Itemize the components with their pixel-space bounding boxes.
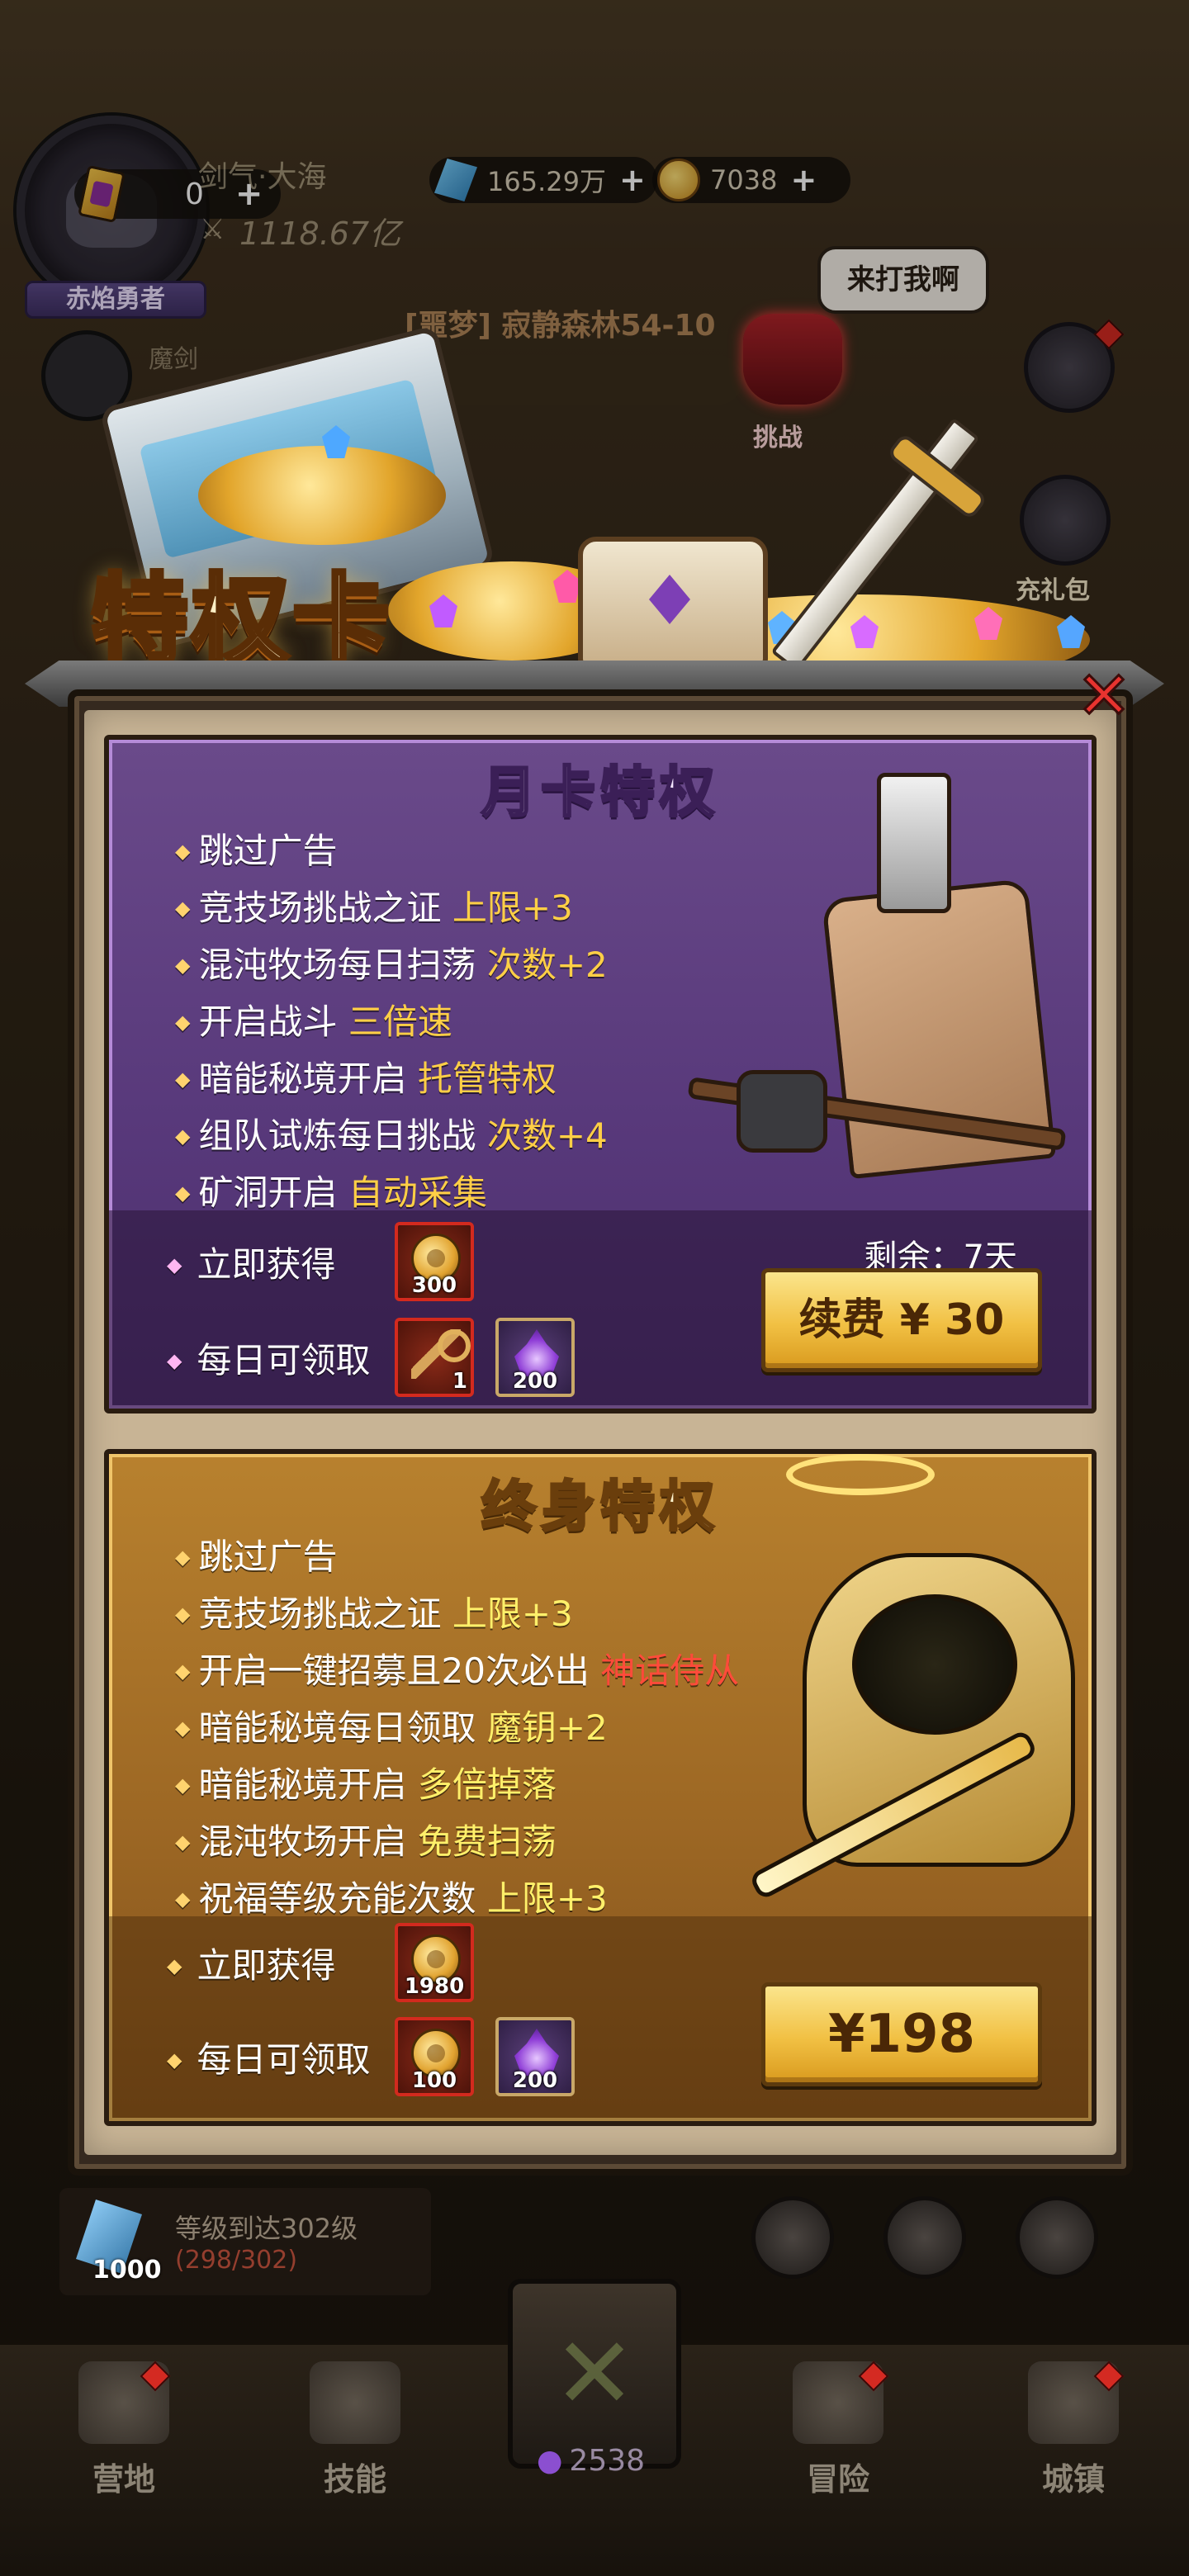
perk-item: 混沌牧场开启 免费扫荡	[175, 1813, 739, 1870]
key-item[interactable]: 1	[395, 1318, 474, 1397]
lifetime-instant-reward-row: 立即获得 1980	[167, 1923, 474, 2002]
perk-item: 混沌牧场每日扫荡 次数+2	[175, 936, 607, 993]
nav-town[interactable]: 城镇	[991, 2361, 1156, 2499]
lifetime-daily-reward-row: 每日可领取 100 200	[167, 2017, 575, 2096]
perk-item: 暗能秘境开启 托管特权	[175, 1050, 608, 1107]
monthly-card-panel: 月卡特权 跳过广告 竞技场挑战之证 上限+3 混沌牧场每日扫荡 次数+2 开启战…	[104, 735, 1097, 1413]
close-icon[interactable]: ✕	[1075, 661, 1133, 730]
level-goal-text: 等级到达302级	[175, 2213, 358, 2244]
battle-energy-count: 2538	[537, 2444, 645, 2478]
nav-label: 冒险	[806, 2461, 869, 2498]
gold-pile-art	[198, 446, 446, 545]
item-quantity: 1	[452, 1369, 467, 1394]
instant-reward-label: 立即获得	[167, 1237, 373, 1287]
purple-flame-item[interactable]: 200	[495, 2017, 575, 2096]
monthly-instant-reward-row: 立即获得 300	[167, 1222, 474, 1301]
item-quantity: 300	[411, 1273, 457, 1298]
perk-item: 暗能秘境每日领取 魔钥+2	[175, 1699, 739, 1756]
daily-reward-label: 每日可领取	[167, 2032, 373, 2082]
monthly-card-title: 月卡特权	[481, 760, 719, 826]
level-reward-panel[interactable]: 1000 等级到达302级 (298/302)	[59, 2188, 431, 2295]
perk-item: 组队试炼每日挑战 次数+4	[175, 1107, 607, 1164]
helmet-button[interactable]	[1016, 2196, 1098, 2279]
level-progress-text: (298/302)	[175, 2246, 298, 2275]
perk-item: 开启一键招募且20次必出 神话侍从	[175, 1642, 739, 1699]
nav-label: 城镇	[1041, 2461, 1105, 2498]
perk-item: 跳过广告	[175, 822, 608, 879]
small-chest-art	[578, 537, 768, 669]
battle-button[interactable]	[508, 2279, 681, 2469]
item-quantity: 100	[411, 2068, 457, 2093]
perk-item: 竞技场挑战之证 上限+3	[175, 879, 608, 936]
perk-item: 开启战斗 三倍速	[175, 993, 608, 1050]
level-gem-quantity: 1000	[92, 2256, 162, 2285]
scroll-icon	[310, 2361, 400, 2444]
monthly-daily-reward-row: 每日可领取 1 200	[167, 1318, 575, 1397]
nav-label: 营地	[92, 2461, 155, 2498]
gold-coin-item[interactable]: 100	[395, 2017, 474, 2096]
monthly-perk-list: 跳过广告 竞技场挑战之证 上限+3 混沌牧场每日扫荡 次数+2 开启战斗 三倍速…	[175, 822, 608, 1221]
perk-item: 竞技场挑战之证 上限+3	[175, 1585, 739, 1642]
gold-coin-item[interactable]: 1980	[395, 1923, 474, 2002]
crown-button[interactable]	[883, 2196, 966, 2279]
nav-skills[interactable]: 技能	[272, 2361, 438, 2499]
item-quantity: 200	[512, 1369, 558, 1394]
lifetime-perk-list: 跳过广告 竞技场挑战之证 上限+3 开启一键招募且20次必出 神话侍从 暗能秘境…	[175, 1528, 739, 1927]
refresh-button[interactable]	[751, 2196, 834, 2279]
lifetime-card-panel: 终身特权 跳过广告 竞技场挑战之证 上限+3 开启一键招募且20次必出 神话侍从…	[104, 1449, 1097, 2126]
nav-camp[interactable]: 营地	[41, 2361, 206, 2499]
instant-reward-label: 立即获得	[167, 1938, 373, 1988]
renew-monthly-button[interactable]: 续费 ¥ 30	[761, 1268, 1042, 1372]
purple-flame-item[interactable]: 200	[495, 1318, 575, 1397]
item-quantity: 1980	[404, 1974, 465, 1999]
gold-coin-item[interactable]: 300	[395, 1222, 474, 1301]
nav-adventure[interactable]: 冒险	[756, 2361, 921, 2499]
daily-reward-label: 每日可领取	[167, 1333, 373, 1383]
perk-item: 跳过广告	[175, 1528, 739, 1585]
nav-label: 技能	[323, 2461, 386, 2498]
perk-item: 暗能秘境开启 多倍掉落	[175, 1756, 739, 1813]
buy-lifetime-button[interactable]: ¥198	[761, 1982, 1042, 2086]
item-quantity: 200	[512, 2068, 558, 2093]
